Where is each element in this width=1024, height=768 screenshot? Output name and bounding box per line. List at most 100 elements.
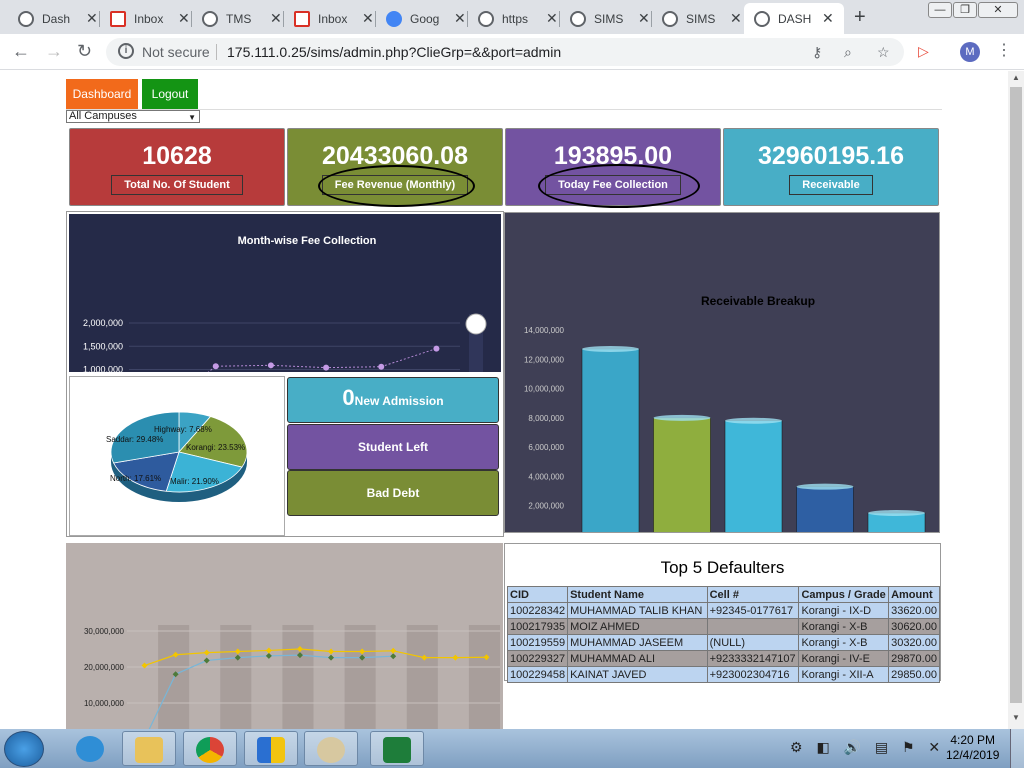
table-cell: Korangi - IX-D [798,602,890,619]
admission-label: New Admission [354,394,444,408]
band [344,625,376,729]
table-row[interactable]: 100217935 MOIZ AHMED Korangi - X-B 30620.00 [506,618,940,635]
card-value: 32960195.16 [758,142,904,170]
avatar[interactable]: M [960,42,980,62]
info-icon[interactable]: i [118,43,134,59]
bar-top [796,483,854,490]
new-tab-button[interactable]: + [854,6,866,29]
data-point [203,657,210,664]
column-header: Cell # [706,586,800,603]
table-cell: Korangi - IV-E [798,650,890,667]
campus-select[interactable]: All Campuses ▼ [66,110,200,123]
table-cell: 29850.00 [888,666,940,683]
excel-icon[interactable] [370,731,424,766]
close-tab-icon[interactable]: ✕ [362,10,374,27]
close-tab-icon[interactable]: ✕ [270,10,282,27]
receivable-card: 32960195.16 Receivable [723,128,939,206]
table-cell: Korangi - X-B [798,634,890,651]
forward-icon[interactable]: → [45,41,63,62]
card-label[interactable]: Total No. Of Student [111,175,243,195]
student-left-button[interactable]: Student Left [287,424,499,470]
logout-button[interactable]: Logout [142,79,198,109]
browser-tab[interactable]: SIMS ✕ [560,3,652,34]
close-tab-icon[interactable]: ✕ [822,10,834,27]
tab-title: SIMS [594,11,624,26]
pie-label: Malir: 21.90% [170,477,219,486]
table-row[interactable]: 100229327 MUHAMMAD ALI +9233332147107 Koran… [506,650,940,667]
card-label[interactable]: Receivable [789,175,873,195]
star-icon[interactable]: ☆ [877,44,890,61]
zoom-icon[interactable]: ⌕ [844,44,852,61]
scroll-thumb[interactable] [1010,87,1022,703]
y-tick-label: 4,000,000 [528,472,564,481]
new-admission-button[interactable]: 0New Admission [287,377,499,423]
close-tab-icon[interactable]: ✕ [86,10,98,27]
browser-tab[interactable]: Inbox ✕ [284,3,376,34]
y-tick-label: 6,000,000 [528,443,564,452]
tab-title: Goog [410,11,440,26]
url-text[interactable]: 175.111.0.25/sims/admin.php?ClieGrp=&&po… [227,44,561,60]
table-cell: MOIZ AHMED [567,618,708,635]
scroll-down-icon[interactable]: ▼ [1012,713,1020,722]
page-scrollbar[interactable]: ▲ ▼ [1008,71,1024,729]
restore-button[interactable]: ❐ [953,2,977,18]
table-cell: MUHAMMAD JASEEM [567,634,708,651]
menu-dots-icon[interactable]: ⋮ [996,40,1012,60]
close-tab-icon[interactable]: ✕ [178,10,190,27]
extension-icon[interactable]: ▷ [918,43,929,60]
globe-icon [754,10,770,27]
y-tick-label: 2,000,000 [528,502,564,511]
hand-drawn-circle [318,165,475,207]
browser-tab[interactable]: DASH ✕ [744,3,844,34]
table-cell: KAINAT JAVED [567,666,708,683]
data-point [328,648,335,655]
explorer-icon[interactable] [122,731,176,766]
browser-tab[interactable]: Dash ✕ [8,3,100,34]
table-row[interactable]: 100228342 MUHAMMAD TALIB KHAN +92345-01776… [506,602,940,619]
table-row[interactable]: 100229458 KAINAT JAVED +923002304716 Korang… [506,666,940,683]
omnibox[interactable]: i Not secure 175.111.0.25/sims/admin.php… [106,38,904,66]
data-point [265,652,272,659]
browser-tab[interactable]: Goog ✕ [376,3,468,34]
y-tick-label: 12,000,000 [524,355,565,364]
table-cell: Korangi - X-B [798,618,890,635]
data-point [265,647,272,654]
scroll-up-icon[interactable]: ▲ [1012,73,1020,82]
ie-icon[interactable] [64,731,118,766]
browser-tab[interactable]: Inbox ✕ [100,3,192,34]
defaulters-table: CID Student Name Cell # Campus / Grade Amoun… [506,586,940,683]
hand-drawn-circle [538,164,700,208]
data-point [328,654,335,661]
close-tab-icon[interactable]: ✕ [730,10,742,27]
chrome-icon[interactable] [183,731,237,766]
system-tray[interactable]: ⚙ ◧ 🔊 ▤ ⚑ ✕ [790,739,945,756]
column-header: Campus / Grade [798,586,890,603]
browser-tab[interactable]: TMS ✕ [192,3,284,34]
browser-tab[interactable]: SIMS ✕ [652,3,744,34]
start-button[interactable] [4,731,44,767]
show-desktop-button[interactable] [1010,729,1024,768]
data-point [378,363,385,370]
back-icon[interactable]: ← [12,41,30,62]
globe-icon [570,10,586,27]
bad-debt-button[interactable]: Bad Debt [287,470,499,516]
close-tab-icon[interactable]: ✕ [638,10,650,27]
band [282,625,314,729]
dashboard-button[interactable]: Dashboard [66,79,138,109]
minimize-button[interactable]: — [928,2,952,18]
key-icon[interactable]: ⚷ [812,44,822,61]
chevron-down-icon: ▼ [188,113,196,122]
clock[interactable]: 4:20 PM 12/4/2019 [946,733,999,763]
table-cell: +92345-0177617 [706,602,800,619]
y-tick-label: 1,000,000 [83,365,123,373]
reload-icon[interactable]: ↻ [77,41,92,62]
browser-tab[interactable]: https ✕ [468,3,560,34]
globe-icon [662,10,678,27]
close-tab-icon[interactable]: ✕ [546,10,558,27]
table-row[interactable]: 100219559 MUHAMMAD JASEEM (NULL) Korangi - … [506,634,940,651]
close-tab-icon[interactable]: ✕ [454,10,466,27]
band [220,625,252,729]
paint-icon[interactable] [304,731,358,766]
close-window-button[interactable]: ✕ [978,2,1018,18]
security-shield-icon[interactable] [244,731,298,766]
